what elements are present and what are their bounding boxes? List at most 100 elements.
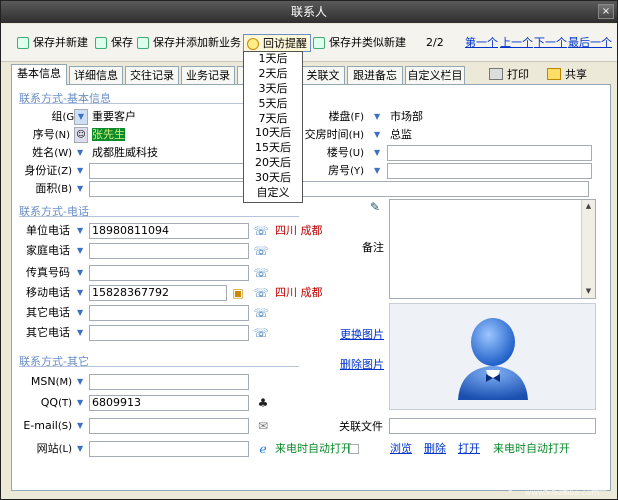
other-phone-2-field[interactable] — [89, 325, 249, 341]
msn-arrow-icon[interactable]: ▼ — [77, 377, 86, 387]
avatar-small-icon[interactable]: ☺ — [74, 127, 88, 143]
serial-value: 张先生 — [92, 128, 125, 141]
home-phone-arrow-icon[interactable]: ▼ — [77, 246, 86, 256]
room-label-text: 房号 — [328, 164, 351, 177]
linked-file-label: 关联文件 — [339, 420, 383, 433]
menu-item-7-days[interactable]: 7天后 — [244, 112, 302, 127]
website-field[interactable] — [89, 441, 249, 457]
save-new-similar-button[interactable]: 保存并类似新建 — [313, 34, 406, 52]
other-phone-1-field[interactable] — [89, 305, 249, 321]
email-field[interactable] — [89, 418, 249, 434]
first-record-link[interactable]: 第一个 — [465, 34, 498, 52]
group-dropdown-button[interactable]: ▼ — [74, 109, 88, 125]
scroll-up-icon[interactable]: ▲ — [582, 200, 595, 213]
menu-item-5-days[interactable]: 5天后 — [244, 97, 302, 112]
dial-phone-icon[interactable]: ☏ — [253, 223, 269, 239]
room-arrow-icon[interactable]: ▼ — [374, 166, 383, 176]
mobile-phone-arrow-icon[interactable]: ▼ — [77, 288, 86, 298]
other-phone-2-arrow-icon[interactable]: ▼ — [77, 328, 86, 338]
area-field[interactable] — [89, 181, 589, 197]
website-arrow-icon[interactable]: ▼ — [77, 444, 86, 454]
tab-basic-info[interactable]: 基本信息 — [11, 64, 67, 85]
mobile-phone-field[interactable]: 15828367792 — [89, 285, 227, 301]
fax-arrow-icon[interactable]: ▼ — [77, 268, 86, 278]
qq-field[interactable]: 6809913 — [89, 395, 249, 411]
contact-photo[interactable] — [389, 303, 596, 410]
close-button[interactable]: × — [598, 4, 614, 19]
notes-scrollbar[interactable]: ▲ ▼ — [581, 200, 595, 298]
menu-item-custom[interactable]: 自定义 — [244, 186, 302, 201]
qq-label-text: QQ — [40, 396, 59, 409]
save-button[interactable]: 保存 — [95, 34, 133, 52]
serial-label-text: 序号 — [32, 128, 55, 141]
tab-linked-files[interactable]: 关联文件 — [301, 66, 345, 99]
msn-field[interactable] — [89, 374, 249, 390]
building-hotkey: (U) — [348, 148, 364, 159]
next-record-link[interactable]: 下一个 — [534, 34, 567, 52]
group-label-text: 组 — [51, 110, 63, 123]
work-phone-field[interactable]: 18980811094 — [89, 223, 249, 239]
floor-arrow-icon[interactable]: ▼ — [374, 112, 383, 122]
deal-time-field[interactable]: 总监 — [387, 127, 592, 143]
open-file-link[interactable]: 打开 — [458, 441, 480, 457]
name-label: 姓名(W) — [16, 145, 72, 161]
tab-detail-info[interactable]: 详细信息 — [69, 66, 123, 84]
tab-follow-up[interactable]: 跟进备忘 — [347, 66, 403, 84]
tab-custom-fields[interactable]: 自定义栏目 — [405, 66, 465, 84]
ie-browser-icon[interactable]: ℯ — [255, 441, 271, 457]
dial-phone-icon[interactable]: ☏ — [253, 265, 269, 281]
tab-contact-records[interactable]: 交往记录 — [125, 66, 179, 84]
floor-field[interactable]: 市场部 — [387, 109, 592, 125]
save-add-business-button[interactable]: 保存并添加新业务 — [137, 34, 241, 52]
qq-label: QQ(T) — [12, 395, 72, 411]
save-new-button[interactable]: 保存并新建 — [17, 34, 88, 52]
linked-file-field[interactable] — [389, 418, 596, 434]
dial-phone-icon[interactable]: ☏ — [253, 325, 269, 341]
prev-record-link[interactable]: 上一个 — [500, 34, 533, 52]
menu-item-3-days[interactable]: 3天后 — [244, 82, 302, 97]
delete-photo-link[interactable]: 删除图片 — [340, 357, 384, 373]
menu-item-1-day[interactable]: 1天后 — [244, 52, 302, 67]
room-field[interactable] — [387, 163, 592, 179]
tab-business-records[interactable]: 业务记录 — [181, 66, 235, 84]
qq-penguin-icon[interactable]: ♣ — [255, 395, 271, 411]
qq-arrow-icon[interactable]: ▼ — [77, 398, 86, 408]
reminder-button[interactable]: 回访提醒 — [243, 34, 311, 52]
home-phone-field[interactable] — [89, 243, 249, 259]
fax-field[interactable] — [89, 265, 249, 281]
share-button[interactable]: 共享 — [547, 67, 587, 82]
id-arrow-icon[interactable]: ▼ — [77, 166, 86, 176]
change-photo-link[interactable]: 更换图片 — [340, 327, 384, 343]
menu-item-20-days[interactable]: 20天后 — [244, 156, 302, 171]
auto-popup-checkbox[interactable] — [349, 444, 359, 454]
menu-item-10-days[interactable]: 10天后 — [244, 126, 302, 141]
menu-item-2-days[interactable]: 2天后 — [244, 67, 302, 82]
menu-item-30-days[interactable]: 30天后 — [244, 171, 302, 186]
reminder-label: 回访提醒 — [263, 37, 307, 50]
dial-phone-icon[interactable]: ☏ — [253, 305, 269, 321]
area-arrow-icon[interactable]: ▼ — [77, 184, 86, 194]
menu-item-15-days[interactable]: 15天后 — [244, 141, 302, 156]
other-phone-1-arrow-icon[interactable]: ▼ — [77, 308, 86, 318]
work-phone-arrow-icon[interactable]: ▼ — [77, 226, 86, 236]
browse-link[interactable]: 浏览 — [390, 441, 412, 457]
email-send-icon[interactable]: ✉ — [255, 418, 271, 434]
floor-label: 楼盘(F) — [302, 109, 364, 125]
building-field[interactable] — [387, 145, 592, 161]
delete-file-link[interactable]: 删除 — [424, 441, 446, 457]
notes-textarea[interactable]: ▲ ▼ — [389, 199, 596, 299]
sms-icon[interactable]: ▣ — [230, 285, 246, 301]
name-arrow-icon[interactable]: ▼ — [77, 148, 86, 158]
id-label-text: 身份证 — [24, 164, 58, 177]
last-record-link[interactable]: 最后一个 — [568, 34, 612, 52]
notes-edit-icon[interactable]: ✎ — [367, 199, 383, 215]
deal-arrow-icon[interactable]: ▼ — [374, 130, 383, 140]
fax-label: 传真号码 — [26, 266, 70, 279]
dial-phone-icon[interactable]: ☏ — [253, 285, 269, 301]
scroll-down-icon[interactable]: ▼ — [582, 285, 595, 298]
building-arrow-icon[interactable]: ▼ — [374, 148, 383, 158]
print-button[interactable]: 打印 — [489, 67, 529, 82]
tab-strip: 基本信息 详细信息 交往记录 业务记录 关联文件 跟进备忘 自定义栏目 打印 共… — [11, 64, 611, 99]
dial-phone-icon[interactable]: ☏ — [253, 243, 269, 259]
email-arrow-icon[interactable]: ▼ — [77, 421, 86, 431]
